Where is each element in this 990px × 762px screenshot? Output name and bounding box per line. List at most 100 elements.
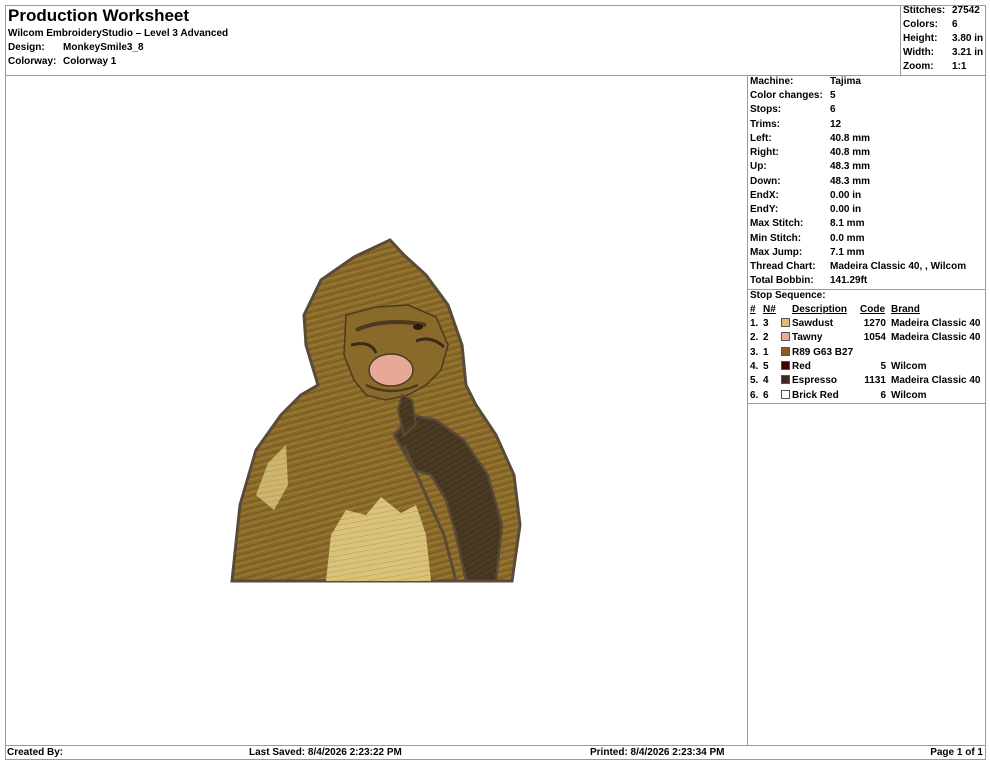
row-number: 4.: [750, 360, 759, 372]
stop-sequence-row: 3. 1 R89 G63 B27: [748, 346, 986, 361]
row-code: 1270: [863, 318, 886, 329]
info-label: Machine:: [750, 76, 794, 87]
info-value: 48.3 mm: [830, 161, 871, 172]
last-saved: Last Saved: 8/4/2026 2:23:22 PM: [249, 747, 402, 758]
stop-sequence-row: 5. 4 Espresso 1131 Madeira Classic 40: [748, 375, 986, 389]
row-code: 5: [880, 360, 886, 372]
info-value: 40.8 mm: [830, 133, 871, 144]
stat-value: 1:1: [952, 61, 967, 72]
design-line: Design: MonkeySmile3_8: [8, 42, 144, 53]
info-color-changes: Color changes: 5: [750, 90, 836, 101]
info-left: Left: 40.8 mm: [750, 133, 870, 144]
row-needle: 3: [763, 318, 769, 329]
stop-sequence-row: 4. 5 Red 5 Wilcom: [748, 360, 986, 375]
info-right: Right: 40.8 mm: [750, 147, 870, 158]
info-value: 0.0 mm: [830, 233, 865, 244]
stats-box: Stitches: 27542 Colors: 6 Height: 3.80 in W…: [900, 5, 986, 75]
color-swatch: [781, 375, 790, 385]
row-description: Espresso: [792, 375, 838, 387]
row-needle: 2: [763, 332, 769, 344]
info-max-jump: Max Jump: 7.1 mm: [750, 247, 864, 258]
row-brand: Madeira Classic 40: [891, 375, 981, 387]
info-value: 40.8 mm: [830, 147, 871, 158]
info-value: 6: [830, 104, 836, 115]
stat-zoom: Zoom: 1:1: [903, 61, 966, 72]
stat-label: Width:: [903, 47, 935, 58]
info-value: 48.3 mm: [830, 176, 871, 187]
info-trims: Trims: 12: [750, 119, 841, 130]
stop-sequence-row: 1. 3 Sawdust 1270 Madeira Classic 40: [748, 318, 986, 332]
design-value: MonkeySmile3_8: [63, 42, 144, 53]
info-value: 141.29ft: [830, 275, 868, 286]
row-code: 6: [880, 389, 886, 401]
row-needle: 4: [763, 375, 769, 387]
row-brand: Madeira Classic 40: [891, 332, 981, 344]
info-value: 0.00 in: [830, 204, 862, 215]
stop-sequence-row: 6. 6 Brick Red 6 Wilcom: [748, 389, 986, 404]
row-number: 6.: [750, 389, 759, 401]
colorway-value: Colorway 1: [63, 56, 117, 67]
info-label: Max Jump:: [750, 247, 803, 258]
info-value: 8.1 mm: [830, 218, 865, 229]
design-muzzle: [368, 353, 414, 387]
info-label: Color changes:: [750, 90, 823, 101]
stat-colors: Colors: 6: [903, 19, 958, 30]
colorway-line: Colorway: Colorway 1: [8, 56, 116, 67]
info-value: Madeira Classic 40, , Wilcom: [830, 261, 967, 272]
stat-label: Height:: [903, 33, 938, 44]
stat-label: Stitches:: [903, 5, 946, 16]
info-label: Trims:: [750, 119, 781, 130]
stat-width: Width: 3.21 in: [903, 47, 983, 58]
color-swatch: [781, 346, 790, 356]
info-value: 12: [830, 119, 842, 130]
row-description: Tawny: [792, 332, 823, 344]
col-header-code: Code: [860, 304, 885, 315]
stat-stitches: Stitches: 27542: [903, 5, 980, 16]
stat-value: 6: [952, 19, 958, 30]
row-number: 3.: [750, 346, 759, 358]
info-label: Up:: [750, 161, 767, 172]
info-label: EndY:: [750, 204, 779, 215]
info-up: Up: 48.3 mm: [750, 161, 870, 172]
row-number: 5.: [750, 375, 759, 387]
printed-date: Printed: 8/4/2026 2:23:34 PM: [590, 747, 725, 758]
row-description: Red: [792, 360, 811, 372]
info-value: 7.1 mm: [830, 247, 865, 258]
color-swatch: [781, 389, 790, 399]
info-value: 5: [830, 90, 836, 101]
stat-value: 27542: [952, 5, 980, 16]
page-number: Page 1 of 1: [930, 747, 983, 758]
worksheet-header: Production Worksheet Wilcom EmbroiderySt…: [5, 5, 986, 76]
row-brand: Wilcom: [891, 389, 927, 401]
stop-sequence-title: Stop Sequence:: [750, 290, 826, 301]
stat-value: 3.21 in: [952, 47, 984, 58]
info-down: Down: 48.3 mm: [750, 176, 870, 187]
colorway-label: Colorway:: [8, 56, 57, 67]
worksheet-footer: Created By: Last Saved: 8/4/2026 2:23:22…: [5, 745, 986, 760]
col-header-needle: N#: [763, 304, 776, 315]
row-needle: 1: [763, 346, 769, 358]
row-number: 2.: [750, 332, 759, 344]
info-thread-chart: Thread Chart: Madeira Classic 40, , Wilco…: [750, 261, 966, 272]
info-label: Down:: [750, 176, 781, 187]
info-value: Tajima: [830, 76, 861, 87]
row-needle: 6: [763, 389, 769, 401]
col-header-description: Description: [792, 304, 848, 315]
design-preview: [230, 238, 522, 583]
row-brand: Wilcom: [891, 360, 927, 372]
created-by: Created By:: [7, 747, 64, 758]
row-description: Brick Red: [792, 389, 839, 401]
row-number: 1.: [750, 318, 759, 329]
color-swatch: [781, 318, 790, 327]
info-max-stitch: Max Stitch: 8.1 mm: [750, 218, 864, 229]
info-endy: EndY: 0.00 in: [750, 204, 861, 215]
stat-height: Height: 3.80 in: [903, 33, 983, 44]
info-label: Thread Chart:: [750, 261, 816, 272]
info-machine: Machine: Tajima: [750, 76, 861, 87]
info-stops: Stops: 6: [750, 104, 836, 115]
design-eye: [413, 324, 423, 330]
info-value: 0.00 in: [830, 190, 862, 201]
software-name: Wilcom EmbroideryStudio – Level 3 Advanc…: [8, 28, 229, 39]
stat-label: Zoom:: [903, 61, 934, 72]
col-header-brand: Brand: [891, 304, 920, 315]
